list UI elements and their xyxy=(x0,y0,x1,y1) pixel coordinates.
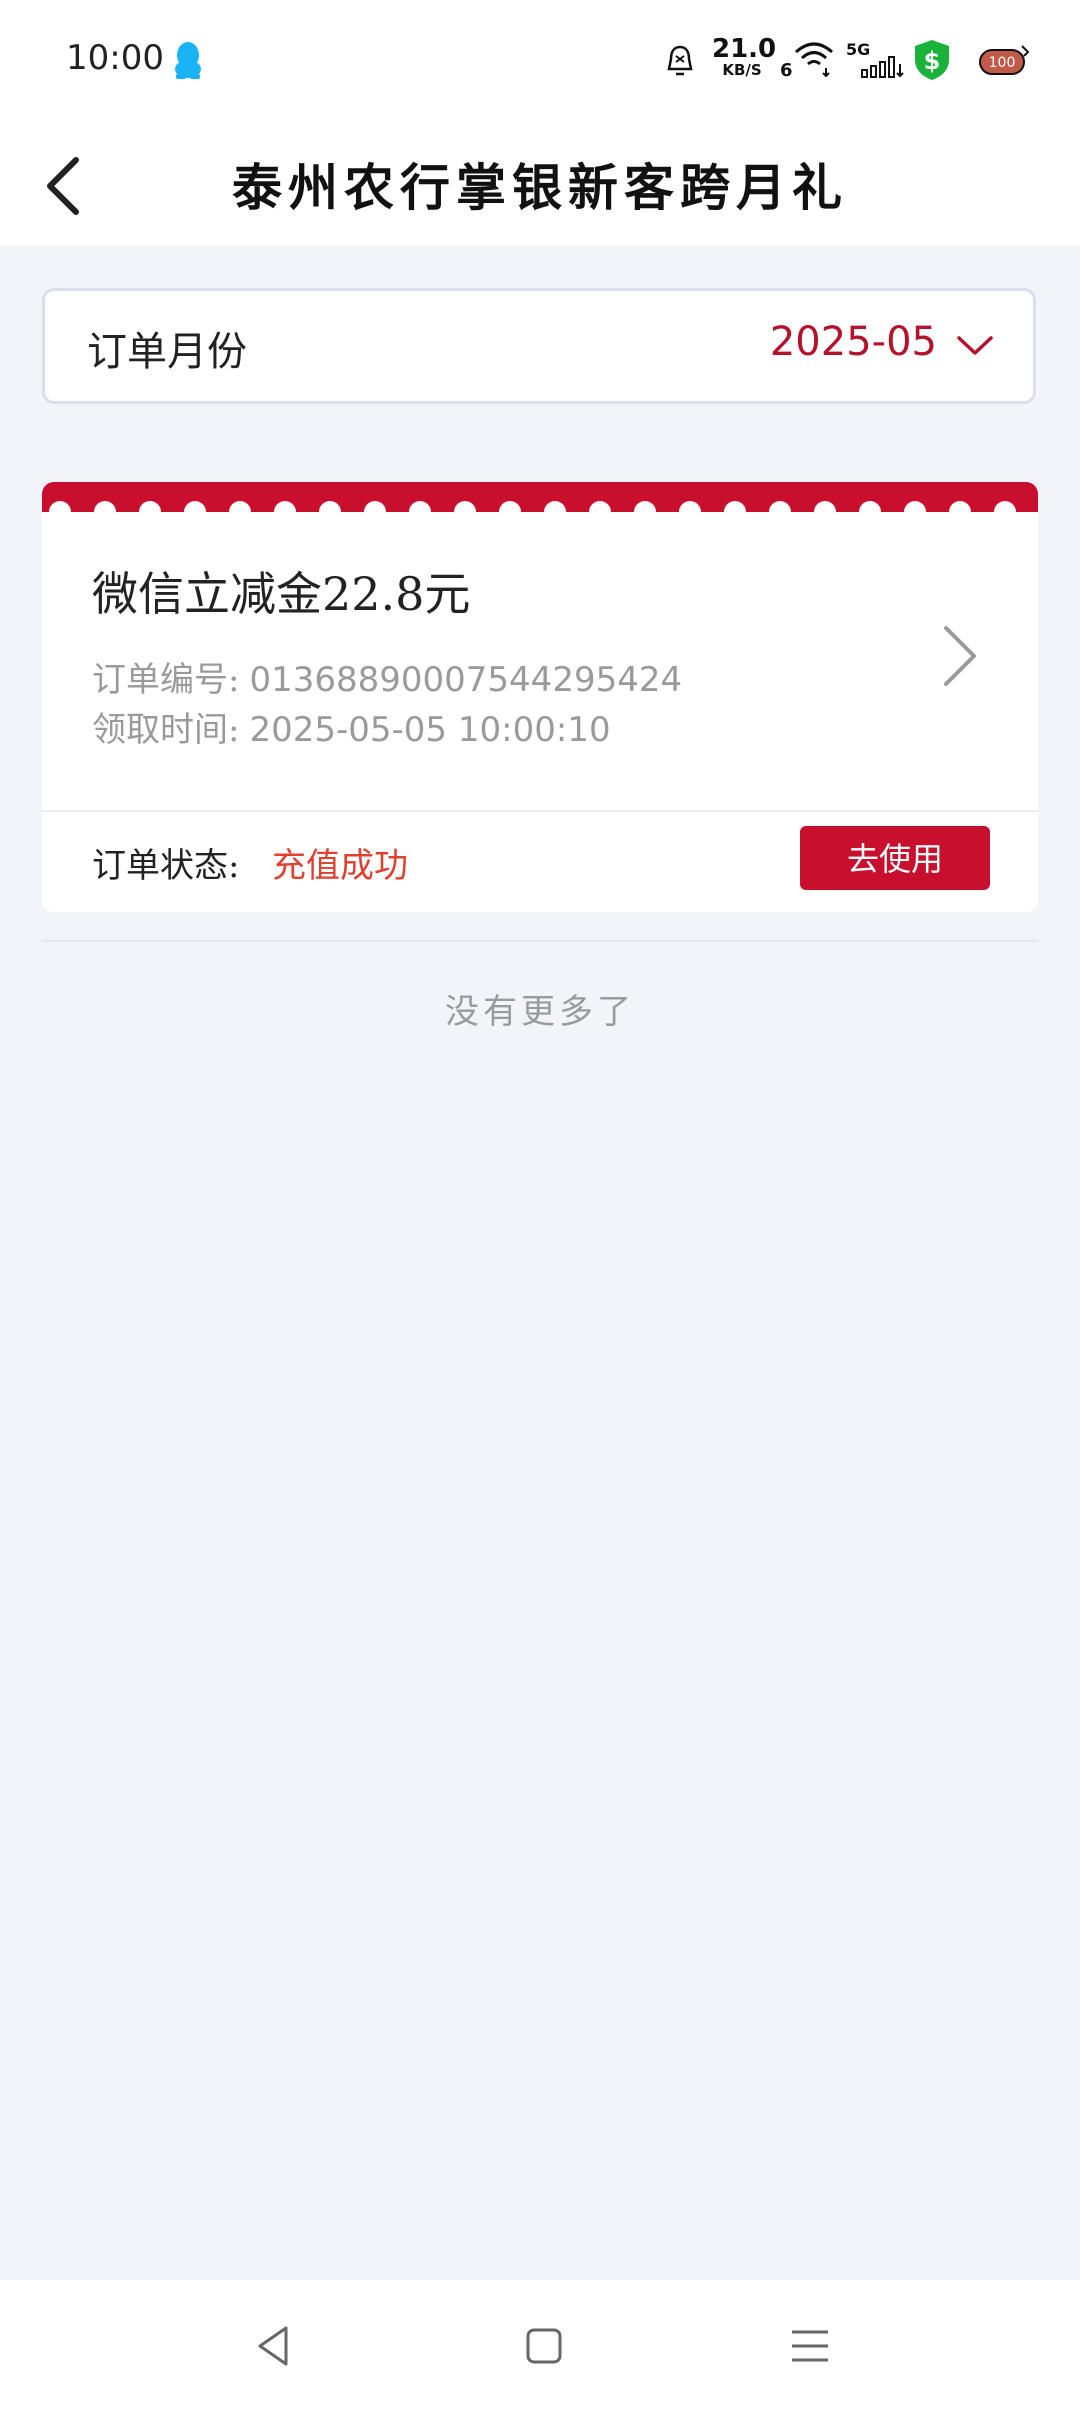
chevron-down-icon xyxy=(957,336,993,355)
nav-back-icon[interactable] xyxy=(246,2316,306,2376)
nav-menu-icon[interactable] xyxy=(780,2316,840,2376)
net-speed: 21.0 KB/S xyxy=(712,34,777,79)
shield-icon: $ xyxy=(915,40,949,80)
chevron-right-icon xyxy=(944,626,976,686)
signal-icon: 5G xyxy=(846,38,906,78)
order-detail-link[interactable]: 微信立减金22.8元 订单编号: 01368890007544295424 领取时… xyxy=(42,518,1038,810)
list-divider xyxy=(42,940,1038,942)
order-number: 01368890007544295424 xyxy=(249,660,683,700)
qq-icon xyxy=(175,42,201,79)
order-title: 微信立减金22.8元 xyxy=(92,567,471,621)
order-time-label: 领取时间: xyxy=(92,710,240,750)
order-status: 充值成功 xyxy=(272,846,408,886)
status-bar: 10:00 21.0 KB/S 6 5G $ 100 xyxy=(0,0,1080,122)
sim-index: 6 xyxy=(780,60,793,81)
order-time-row: 领取时间: 2025-05-05 10:00:10 xyxy=(92,702,611,751)
nav-home-icon[interactable] xyxy=(514,2316,574,2376)
status-icons: 21.0 KB/S 6 5G $ 100 xyxy=(620,0,1080,122)
order-card: 微信立减金22.8元 订单编号: 01368890007544295424 领取时… xyxy=(42,482,1038,912)
order-footer: 订单状态: 充值成功 去使用 xyxy=(42,812,1038,912)
order-number-label: 订单编号: xyxy=(92,660,240,700)
system-nav-bar xyxy=(0,2280,1080,2412)
no-more-text: 没有更多了 xyxy=(445,992,635,1032)
month-selector[interactable]: 订单月份 2025-05 xyxy=(42,288,1036,404)
order-time: 2025-05-05 10:00:10 xyxy=(249,710,611,750)
net-speed-value: 21.0 xyxy=(712,34,777,64)
month-label: 订单月份 xyxy=(87,329,247,375)
use-button[interactable]: 去使用 xyxy=(800,826,990,890)
battery-level: 100 xyxy=(989,55,1016,71)
card-banner xyxy=(42,482,1038,518)
header: 泰州农行掌银新客跨月礼 xyxy=(0,122,1080,246)
battery-icon: 100 xyxy=(979,45,1030,75)
status-time: 10:00 xyxy=(66,38,164,78)
alarm-icon xyxy=(667,45,693,76)
month-value: 2025-05 xyxy=(769,319,937,365)
order-status-label: 订单状态: xyxy=(92,846,240,886)
page-title: 泰州农行掌银新客跨月礼 xyxy=(232,158,848,217)
net-speed-unit: KB/S xyxy=(722,61,762,79)
order-number-row: 订单编号: 01368890007544295424 xyxy=(92,652,682,701)
wifi-icon xyxy=(795,42,833,78)
svg-text:$: $ xyxy=(924,47,941,75)
